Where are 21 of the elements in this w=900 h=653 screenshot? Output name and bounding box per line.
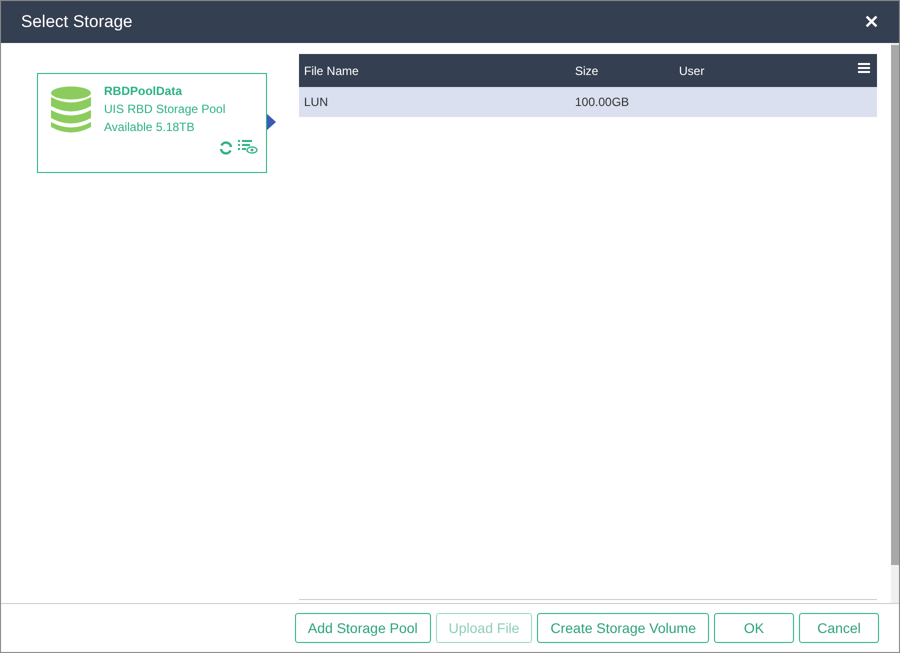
dialog-button[interactable]: Create Storage Volume — [537, 613, 709, 643]
table-row[interactable]: LUN 100.00GB — [299, 87, 877, 117]
pool-available: Available 5.18TB — [104, 119, 196, 136]
pool-name: RBDPoolData — [104, 83, 184, 100]
database-icon — [50, 86, 92, 134]
pool-type: UIS RBD Storage Pool — [104, 101, 226, 118]
dialog-button[interactable]: Cancel — [799, 613, 879, 643]
scrollbar-thumb[interactable] — [891, 45, 899, 565]
menu-icon[interactable] — [858, 63, 870, 73]
dialog-button[interactable]: Add Storage Pool — [294, 613, 431, 643]
list-view-icon[interactable] — [238, 139, 258, 155]
column-header[interactable]: User — [674, 62, 704, 80]
close-button[interactable]: ✕ — [864, 8, 879, 36]
column-header[interactable]: File Name — [299, 62, 570, 80]
table-cell-text: 100.00GB — [574, 94, 630, 111]
refresh-icon[interactable] — [218, 140, 234, 156]
dialog-button[interactable]: OK — [714, 613, 794, 643]
window-title: Select Storage — [21, 11, 133, 34]
column-header[interactable]: Size — [570, 62, 674, 80]
table-cell-text: LUN — [303, 94, 330, 111]
storage-pool-card[interactable]: RBDPoolData UIS RBD Storage Pool Available 5.18TB — [37, 73, 267, 173]
